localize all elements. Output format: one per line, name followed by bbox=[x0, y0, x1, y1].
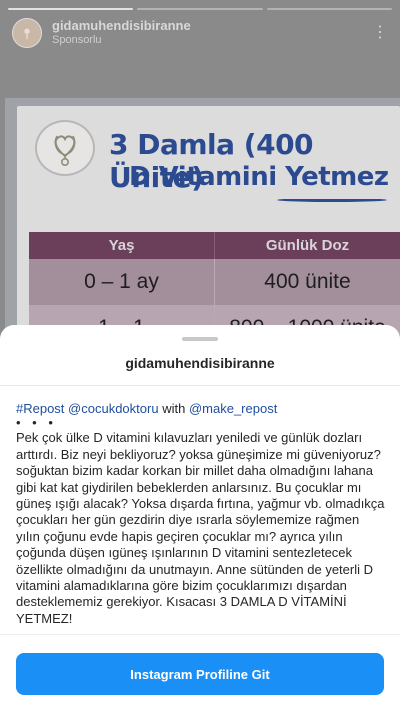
dose-table-header: Yaş Günlük Doz bbox=[29, 232, 400, 259]
stethoscope-heart-logo bbox=[35, 120, 95, 176]
more-vertical-icon[interactable]: ⋮ bbox=[372, 25, 388, 41]
sheet-drag-handle[interactable] bbox=[182, 337, 218, 341]
post-caption: #Repost @cocukdoktoru with @make_repost … bbox=[16, 401, 386, 627]
progress-segment bbox=[266, 8, 392, 10]
progress-segment bbox=[8, 8, 134, 10]
table-row: 0 – 1 ay 400 ünite bbox=[29, 259, 400, 305]
divider bbox=[0, 385, 400, 386]
hashtag-repost[interactable]: #Repost bbox=[16, 401, 64, 416]
column-header-daily-dose: Günlük Doz bbox=[214, 232, 400, 259]
instagram-profile-button[interactable]: Instagram Profiline Git bbox=[16, 653, 384, 695]
avatar[interactable] bbox=[12, 18, 42, 48]
story-viewer: gidamuhendisibiranne Sponsorlu ⋮ 3 Damla… bbox=[0, 0, 400, 711]
table-cell-dose: 400 ünite bbox=[214, 259, 400, 305]
progress-segment bbox=[137, 8, 263, 10]
divider bbox=[0, 634, 400, 635]
infographic-title-line2: D Vitamini Yetmez bbox=[129, 162, 389, 192]
column-header-age: Yaş bbox=[108, 237, 135, 254]
caption-body: Pek çok ülke D vitamini kılavuzları yeni… bbox=[16, 430, 385, 626]
table-cell-age: 0 – 1 ay bbox=[84, 270, 159, 293]
stethoscope-heart-icon bbox=[54, 135, 76, 166]
sheet-title[interactable]: gidamuhendisibiranne bbox=[0, 355, 400, 371]
story-meta: gidamuhendisibiranne Sponsorlu bbox=[52, 18, 191, 47]
mention-source[interactable]: @cocukdoktoru bbox=[68, 401, 159, 416]
caption-dots: • • • bbox=[16, 415, 57, 431]
story-header: gidamuhendisibiranne Sponsorlu ⋮ bbox=[12, 16, 388, 50]
caption-with-word: with bbox=[162, 401, 186, 416]
avatar-flower-icon bbox=[24, 28, 30, 40]
sponsored-label: Sponsorlu bbox=[52, 34, 102, 47]
mention-app[interactable]: @make_repost bbox=[189, 401, 277, 416]
story-username[interactable]: gidamuhendisibiranne bbox=[52, 18, 191, 34]
story-progress bbox=[8, 8, 392, 10]
caption-bottom-sheet: gidamuhendisibiranne #Repost @cocukdokto… bbox=[0, 325, 400, 711]
title-underline bbox=[277, 198, 387, 202]
